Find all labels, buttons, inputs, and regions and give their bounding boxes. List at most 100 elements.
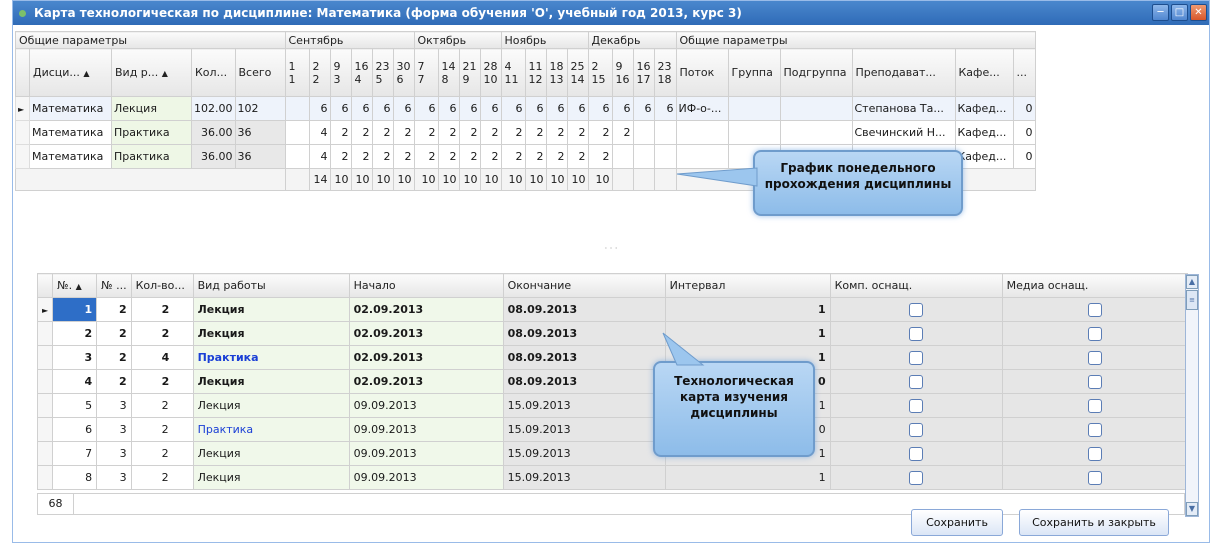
cell-week-hours[interactable]: 2 bbox=[611, 120, 634, 145]
checkbox[interactable] bbox=[1087, 470, 1102, 485]
cell-start[interactable]: 09.09.2013 bbox=[348, 393, 504, 418]
cell-quantity[interactable]: 4 bbox=[130, 345, 194, 370]
cell-week-hours[interactable]: 2 bbox=[566, 120, 589, 145]
cell-week-hours[interactable]: 6 bbox=[308, 96, 331, 121]
cell-computer-equipment[interactable] bbox=[829, 393, 1003, 418]
col-header-week[interactable]: 16 17 bbox=[632, 48, 655, 97]
cell-quantity[interactable]: 36.00 bbox=[191, 120, 236, 145]
table-row[interactable]: 7 3 2 Лекция 09.09.2013 15.09.2013 1 bbox=[36, 441, 1188, 466]
checkbox[interactable] bbox=[909, 470, 924, 485]
checkbox[interactable] bbox=[1087, 374, 1102, 389]
cell-work-type[interactable]: Лекция bbox=[192, 321, 350, 346]
cell-week-hours[interactable]: 6 bbox=[545, 96, 568, 121]
cell-quantity[interactable]: 2 bbox=[130, 297, 194, 322]
cell-week-hours[interactable]: 6 bbox=[632, 96, 655, 121]
cell-week-hours[interactable]: 2 bbox=[437, 120, 460, 145]
cell-stream[interactable] bbox=[675, 144, 729, 169]
cell-week-hours[interactable]: 4 bbox=[308, 144, 331, 169]
cell-week-number[interactable]: 2 bbox=[96, 297, 132, 322]
cell-week-hours[interactable]: 6 bbox=[479, 96, 502, 121]
col-header-work-type[interactable]: Вид работы bbox=[192, 273, 350, 298]
checkbox[interactable] bbox=[1087, 326, 1102, 341]
cell-media-equipment[interactable] bbox=[1001, 465, 1188, 490]
cell-week-hours[interactable]: 2 bbox=[524, 120, 547, 145]
col-header-quantity[interactable]: Кол... bbox=[191, 48, 236, 97]
cell-interval[interactable]: 1 bbox=[664, 465, 831, 490]
cell-quantity[interactable]: 36.00 bbox=[191, 144, 236, 169]
table-row[interactable]: ► Математика Лекция 102.00 102 6 6 6 6 6 6 6 6 6 6 6 6 6 6… bbox=[15, 96, 1036, 121]
checkbox[interactable] bbox=[1087, 350, 1102, 365]
cell-week-hours[interactable]: 6 bbox=[413, 96, 439, 121]
cell-dept[interactable]: Кафед... bbox=[954, 144, 1014, 169]
cell-number[interactable]: 6 bbox=[52, 417, 98, 442]
col-header-computer-equipment[interactable]: Комп. оснащ. bbox=[829, 273, 1003, 298]
cell-extra[interactable]: 0 bbox=[1012, 144, 1036, 169]
col-header-week-number[interactable]: № ... bbox=[96, 273, 132, 298]
cell-dept[interactable]: Кафед... bbox=[954, 96, 1014, 121]
cell-quantity[interactable]: 2 bbox=[130, 393, 194, 418]
cell-week-number[interactable]: 2 bbox=[96, 345, 132, 370]
table-row[interactable]: 4 2 2 Лекция 02.09.2013 08.09.2013 0 bbox=[36, 369, 1188, 394]
cell-end[interactable]: 08.09.2013 bbox=[502, 369, 666, 394]
cell-week-hours[interactable]: 2 bbox=[329, 120, 352, 145]
col-header-work-type[interactable]: Вид р... ▲ bbox=[111, 48, 192, 97]
cell-week-hours[interactable]: 6 bbox=[500, 96, 526, 121]
table-row[interactable]: ► 1 2 2 Лекция 02.09.2013 08.09.2013 1 bbox=[36, 297, 1188, 322]
cell-week-number[interactable]: 2 bbox=[96, 321, 132, 346]
cell-start[interactable]: 02.09.2013 bbox=[348, 369, 504, 394]
cell-quantity[interactable]: 102.00 bbox=[191, 96, 236, 121]
cell-week-hours[interactable]: 6 bbox=[587, 96, 613, 121]
cell-week-hours[interactable]: 2 bbox=[437, 144, 460, 169]
cell-week-hours[interactable]: 2 bbox=[413, 144, 439, 169]
checkbox[interactable] bbox=[909, 350, 924, 365]
save-and-close-button[interactable]: Сохранить и закрыть bbox=[1019, 509, 1169, 536]
checkbox[interactable] bbox=[909, 446, 924, 461]
cell-discipline[interactable]: Математика bbox=[29, 96, 112, 121]
col-header-week[interactable]: 28 10 bbox=[479, 48, 502, 97]
cell-week-hours[interactable] bbox=[284, 120, 310, 145]
cell-extra[interactable]: 0 bbox=[1012, 120, 1036, 145]
table-row[interactable]: 8 3 2 Лекция 09.09.2013 15.09.2013 1 bbox=[36, 465, 1188, 490]
row-indicator[interactable] bbox=[36, 393, 54, 418]
cell-week-hours[interactable]: 2 bbox=[458, 144, 481, 169]
cell-week-hours[interactable]: 6 bbox=[611, 96, 634, 121]
cell-week-number[interactable]: 3 bbox=[96, 393, 132, 418]
cell-quantity[interactable]: 2 bbox=[130, 465, 194, 490]
col-header-week[interactable]: 21 9 bbox=[458, 48, 481, 97]
cell-start[interactable]: 09.09.2013 bbox=[348, 441, 504, 466]
cell-number[interactable]: 7 bbox=[52, 441, 98, 466]
col-header-week[interactable]: 23 5 bbox=[371, 48, 394, 97]
cell-extra[interactable]: 0 bbox=[1012, 96, 1036, 121]
cell-end[interactable]: 08.09.2013 bbox=[502, 297, 666, 322]
col-header-department[interactable]: Кафе... bbox=[954, 48, 1014, 97]
cell-week-hours[interactable] bbox=[611, 144, 634, 169]
cell-week-hours[interactable]: 2 bbox=[479, 144, 502, 169]
col-header-week[interactable]: 18 13 bbox=[545, 48, 568, 97]
cell-number[interactable]: 1 bbox=[52, 297, 98, 322]
cell-number[interactable]: 4 bbox=[52, 369, 98, 394]
cell-week-hours[interactable] bbox=[284, 96, 310, 121]
cell-week-hours[interactable]: 2 bbox=[329, 144, 352, 169]
cell-week-hours[interactable] bbox=[653, 144, 677, 169]
cell-computer-equipment[interactable] bbox=[829, 465, 1003, 490]
cell-week-hours[interactable]: 6 bbox=[392, 96, 415, 121]
cell-quantity[interactable]: 2 bbox=[130, 321, 194, 346]
cell-subgroup[interactable] bbox=[779, 120, 853, 145]
cell-week-hours[interactable]: 4 bbox=[308, 120, 331, 145]
close-icon[interactable]: ✕ bbox=[1190, 4, 1207, 21]
cell-week-hours[interactable]: 6 bbox=[458, 96, 481, 121]
row-indicator[interactable]: ► bbox=[15, 96, 30, 121]
cell-end[interactable]: 15.09.2013 bbox=[502, 417, 666, 442]
table-row[interactable]: 5 3 2 Лекция 09.09.2013 15.09.2013 1 bbox=[36, 393, 1188, 418]
cell-week-hours[interactable]: 6 bbox=[566, 96, 589, 121]
cell-start[interactable]: 02.09.2013 bbox=[348, 345, 504, 370]
cell-number[interactable]: 2 bbox=[52, 321, 98, 346]
checkbox[interactable] bbox=[1087, 446, 1102, 461]
cell-week-hours[interactable]: 6 bbox=[350, 96, 373, 121]
col-header-week[interactable]: 14 8 bbox=[437, 48, 460, 97]
save-button[interactable]: Сохранить bbox=[911, 509, 1003, 536]
col-header-week[interactable]: 30 6 bbox=[392, 48, 415, 97]
cell-end[interactable]: 08.09.2013 bbox=[502, 321, 666, 346]
row-indicator[interactable] bbox=[36, 369, 54, 394]
cell-work-type[interactable]: Практика bbox=[111, 120, 192, 145]
